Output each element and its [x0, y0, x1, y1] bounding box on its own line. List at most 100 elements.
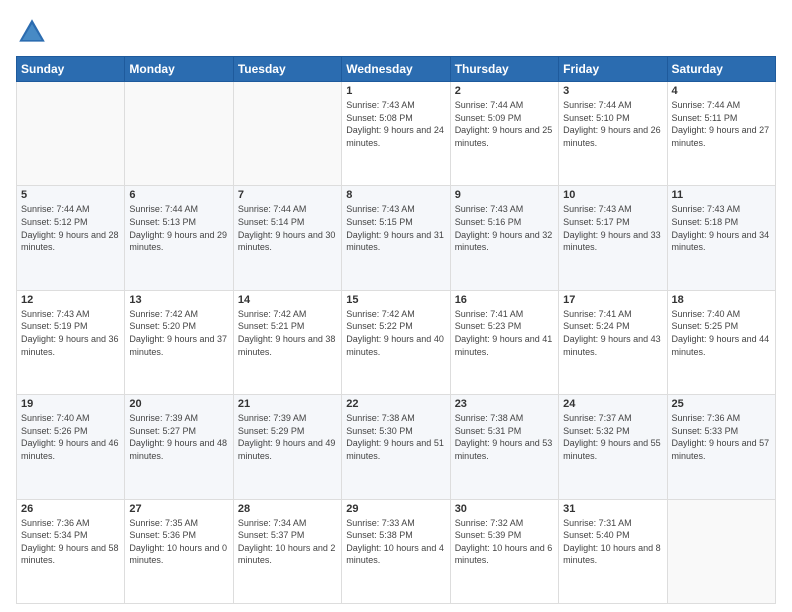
calendar-day-cell: 23 Sunrise: 7:38 AM Sunset: 5:31 PM Dayli… [450, 395, 558, 499]
calendar-week-row: 26 Sunrise: 7:36 AM Sunset: 5:34 PM Dayli… [17, 499, 776, 603]
day-number: 25 [672, 398, 771, 410]
calendar-week-row: 1Sunrise: 7:43 AM Sunset: 5:08 PM Daylig… [17, 82, 776, 186]
calendar-day-cell: 9 Sunrise: 7:43 AM Sunset: 5:16 PM Daylig… [450, 186, 558, 290]
calendar-day-cell: 10 Sunrise: 7:43 AM Sunset: 5:17 PM Dayli… [559, 186, 667, 290]
day-number: 30 [455, 503, 554, 515]
day-info: Sunrise: 7:35 AM Sunset: 5:36 PM Dayligh… [129, 517, 228, 567]
calendar-day-cell: 26 Sunrise: 7:36 AM Sunset: 5:34 PM Dayli… [17, 499, 125, 603]
day-number: 18 [672, 294, 771, 306]
day-info: Sunrise: 7:31 AM Sunset: 5:40 PM Dayligh… [563, 517, 662, 567]
calendar-day-cell: 16 Sunrise: 7:41 AM Sunset: 5:23 PM Dayli… [450, 290, 558, 394]
day-info: Sunrise: 7:44 AM Sunset: 5:13 PM Dayligh… [129, 203, 228, 253]
day-number: 17 [563, 294, 662, 306]
calendar-week-row: 12 Sunrise: 7:43 AM Sunset: 5:19 PM Dayli… [17, 290, 776, 394]
day-number: 26 [21, 503, 120, 515]
calendar-day-cell: 29 Sunrise: 7:33 AM Sunset: 5:38 PM Dayli… [342, 499, 450, 603]
day-info: Sunrise: 7:43 AM Sunset: 5:16 PM Dayligh… [455, 203, 554, 253]
calendar-day-cell: 5 Sunrise: 7:44 AM Sunset: 5:12 PM Daylig… [17, 186, 125, 290]
weekday-header-friday: Friday [559, 57, 667, 82]
calendar-day-cell: 31 Sunrise: 7:31 AM Sunset: 5:40 PM Dayli… [559, 499, 667, 603]
day-number: 31 [563, 503, 662, 515]
weekday-header-saturday: Saturday [667, 57, 775, 82]
day-info: Sunrise: 7:43 AM Sunset: 5:19 PM Dayligh… [21, 308, 120, 358]
calendar-day-cell: 19 Sunrise: 7:40 AM Sunset: 5:26 PM Dayli… [17, 395, 125, 499]
day-info: Sunrise: 7:36 AM Sunset: 5:33 PM Dayligh… [672, 412, 771, 462]
day-number: 14 [238, 294, 337, 306]
day-info: Sunrise: 7:42 AM Sunset: 5:22 PM Dayligh… [346, 308, 445, 358]
header [16, 16, 776, 48]
calendar-empty-cell [17, 82, 125, 186]
day-info: Sunrise: 7:44 AM Sunset: 5:10 PM Dayligh… [563, 99, 662, 149]
day-number: 3 [563, 85, 662, 97]
day-info: Sunrise: 7:44 AM Sunset: 5:12 PM Dayligh… [21, 203, 120, 253]
day-number: 4 [672, 85, 771, 97]
day-info: Sunrise: 7:39 AM Sunset: 5:27 PM Dayligh… [129, 412, 228, 462]
day-info: Sunrise: 7:40 AM Sunset: 5:25 PM Dayligh… [672, 308, 771, 358]
calendar-day-cell: 25 Sunrise: 7:36 AM Sunset: 5:33 PM Dayli… [667, 395, 775, 499]
day-number: 23 [455, 398, 554, 410]
page: SundayMondayTuesdayWednesdayThursdayFrid… [0, 0, 792, 612]
day-info: Sunrise: 7:38 AM Sunset: 5:30 PM Dayligh… [346, 412, 445, 462]
calendar-day-cell: 24 Sunrise: 7:37 AM Sunset: 5:32 PM Dayli… [559, 395, 667, 499]
day-number: 22 [346, 398, 445, 410]
calendar-day-cell: 28 Sunrise: 7:34 AM Sunset: 5:37 PM Dayli… [233, 499, 341, 603]
day-info: Sunrise: 7:36 AM Sunset: 5:34 PM Dayligh… [21, 517, 120, 567]
day-number: 6 [129, 189, 228, 201]
day-info: Sunrise: 7:43 AM Sunset: 5:15 PM Dayligh… [346, 203, 445, 253]
day-info: Sunrise: 7:40 AM Sunset: 5:26 PM Dayligh… [21, 412, 120, 462]
day-number: 29 [346, 503, 445, 515]
day-number: 15 [346, 294, 445, 306]
day-info: Sunrise: 7:42 AM Sunset: 5:20 PM Dayligh… [129, 308, 228, 358]
day-info: Sunrise: 7:33 AM Sunset: 5:38 PM Dayligh… [346, 517, 445, 567]
day-info: Sunrise: 7:43 AM Sunset: 5:18 PM Dayligh… [672, 203, 771, 253]
weekday-header-wednesday: Wednesday [342, 57, 450, 82]
day-number: 7 [238, 189, 337, 201]
day-info: Sunrise: 7:44 AM Sunset: 5:14 PM Dayligh… [238, 203, 337, 253]
weekday-header-sunday: Sunday [17, 57, 125, 82]
calendar-day-cell: 6 Sunrise: 7:44 AM Sunset: 5:13 PM Daylig… [125, 186, 233, 290]
day-info: Sunrise: 7:44 AM Sunset: 5:11 PM Dayligh… [672, 99, 771, 149]
calendar-day-cell: 3 Sunrise: 7:44 AM Sunset: 5:10 PM Daylig… [559, 82, 667, 186]
weekday-header-thursday: Thursday [450, 57, 558, 82]
day-number: 8 [346, 189, 445, 201]
day-info: Sunrise: 7:42 AM Sunset: 5:21 PM Dayligh… [238, 308, 337, 358]
calendar-week-row: 5 Sunrise: 7:44 AM Sunset: 5:12 PM Daylig… [17, 186, 776, 290]
day-info: Sunrise: 7:43 AM Sunset: 5:17 PM Dayligh… [563, 203, 662, 253]
calendar-day-cell: 13Sunrise: 7:42 AM Sunset: 5:20 PM Dayli… [125, 290, 233, 394]
day-number: 2 [455, 85, 554, 97]
day-info: Sunrise: 7:34 AM Sunset: 5:37 PM Dayligh… [238, 517, 337, 567]
calendar-day-cell: 17Sunrise: 7:41 AM Sunset: 5:24 PM Dayli… [559, 290, 667, 394]
calendar-day-cell: 21Sunrise: 7:39 AM Sunset: 5:29 PM Dayli… [233, 395, 341, 499]
day-info: Sunrise: 7:38 AM Sunset: 5:31 PM Dayligh… [455, 412, 554, 462]
day-number: 12 [21, 294, 120, 306]
day-info: Sunrise: 7:44 AM Sunset: 5:09 PM Dayligh… [455, 99, 554, 149]
day-number: 16 [455, 294, 554, 306]
calendar-header-row: SundayMondayTuesdayWednesdayThursdayFrid… [17, 57, 776, 82]
day-number: 19 [21, 398, 120, 410]
calendar-week-row: 19 Sunrise: 7:40 AM Sunset: 5:26 PM Dayli… [17, 395, 776, 499]
calendar-day-cell: 15 Sunrise: 7:42 AM Sunset: 5:22 PM Dayli… [342, 290, 450, 394]
day-number: 20 [129, 398, 228, 410]
logo-icon [16, 16, 48, 48]
calendar-day-cell: 12 Sunrise: 7:43 AM Sunset: 5:19 PM Dayli… [17, 290, 125, 394]
calendar-day-cell: 18 Sunrise: 7:40 AM Sunset: 5:25 PM Dayli… [667, 290, 775, 394]
day-number: 5 [21, 189, 120, 201]
day-number: 9 [455, 189, 554, 201]
calendar-day-cell: 30Sunrise: 7:32 AM Sunset: 5:39 PM Dayli… [450, 499, 558, 603]
calendar-empty-cell [233, 82, 341, 186]
day-number: 28 [238, 503, 337, 515]
calendar-day-cell: 1Sunrise: 7:43 AM Sunset: 5:08 PM Daylig… [342, 82, 450, 186]
calendar-day-cell: 8 Sunrise: 7:43 AM Sunset: 5:15 PM Daylig… [342, 186, 450, 290]
calendar-day-cell: 2 Sunrise: 7:44 AM Sunset: 5:09 PM Daylig… [450, 82, 558, 186]
weekday-header-monday: Monday [125, 57, 233, 82]
day-info: Sunrise: 7:37 AM Sunset: 5:32 PM Dayligh… [563, 412, 662, 462]
day-number: 21 [238, 398, 337, 410]
day-info: Sunrise: 7:43 AM Sunset: 5:08 PM Dayligh… [346, 99, 445, 149]
day-info: Sunrise: 7:41 AM Sunset: 5:23 PM Dayligh… [455, 308, 554, 358]
calendar-day-cell: 4 Sunrise: 7:44 AM Sunset: 5:11 PM Daylig… [667, 82, 775, 186]
calendar-day-cell: 11Sunrise: 7:43 AM Sunset: 5:18 PM Dayli… [667, 186, 775, 290]
weekday-header-tuesday: Tuesday [233, 57, 341, 82]
calendar-day-cell: 20 Sunrise: 7:39 AM Sunset: 5:27 PM Dayli… [125, 395, 233, 499]
day-number: 24 [563, 398, 662, 410]
day-number: 10 [563, 189, 662, 201]
